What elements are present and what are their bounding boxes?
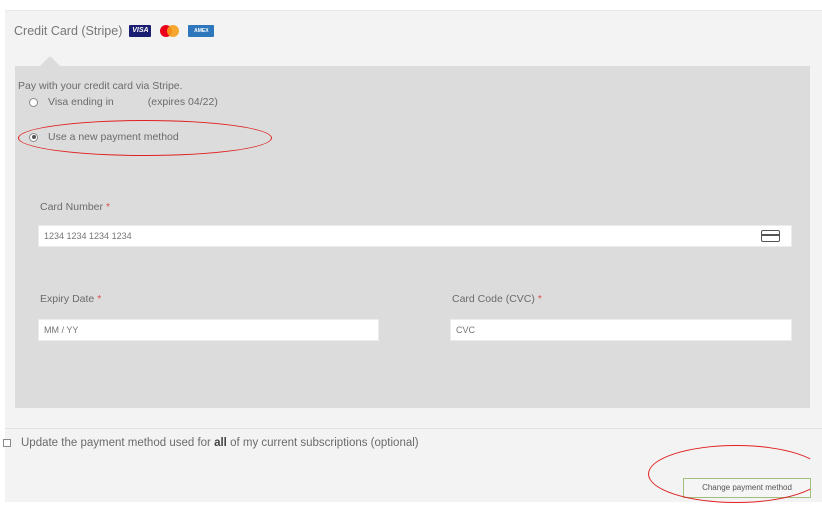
saved-card-expiry: (expires 04/22): [147, 96, 218, 108]
update-all-label: Update the payment method used for all o…: [21, 437, 419, 449]
required-mark: *: [97, 293, 102, 305]
expiry-date-label: Expiry Date *: [40, 293, 102, 305]
payment-method-title: Credit Card (Stripe): [14, 24, 123, 38]
expiry-date-input[interactable]: [38, 319, 379, 341]
bottom-divider: [5, 428, 822, 429]
card-number-input[interactable]: [38, 225, 792, 247]
credit-card-icon: [761, 230, 780, 242]
saved-card-label: Visa ending in: [48, 96, 114, 108]
mastercard-logo-icon: [160, 25, 180, 37]
panel-pointer: [40, 56, 60, 66]
card-code-label: Card Code (CVC) *: [452, 293, 542, 305]
card-code-input[interactable]: [450, 319, 792, 341]
update-all-emphasis: all: [214, 437, 227, 449]
new-payment-method-radio[interactable]: [29, 132, 38, 142]
saved-card-option[interactable]: Visa ending in (expires 04/22): [29, 96, 218, 108]
required-mark: *: [105, 201, 111, 213]
change-payment-method-button[interactable]: Change payment method: [683, 478, 811, 498]
saved-card-radio[interactable]: [29, 97, 38, 107]
required-mark: *: [537, 293, 542, 305]
payment-method-header[interactable]: Credit Card (Stripe) VISA AMEX: [14, 22, 215, 40]
card-number-label: Card Number *: [40, 201, 111, 213]
visa-logo-icon: VISA: [129, 25, 152, 37]
amex-logo-icon: AMEX: [188, 25, 215, 37]
update-all-subscriptions-option[interactable]: Update the payment method used for all o…: [3, 437, 419, 449]
new-payment-method-label: Use a new payment method: [48, 131, 179, 143]
top-divider: [5, 10, 822, 11]
update-all-checkbox[interactable]: [3, 439, 11, 447]
new-payment-method-option[interactable]: Use a new payment method: [29, 131, 179, 143]
payment-description: Pay with your credit card via Stripe.: [18, 80, 183, 92]
